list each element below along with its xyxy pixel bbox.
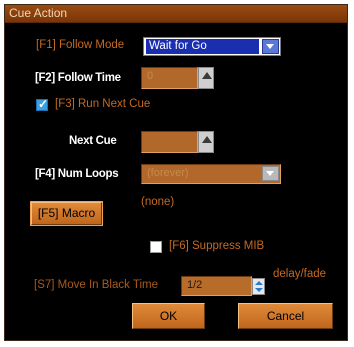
suppress-mib-label: [F6] Suppress MIB bbox=[169, 240, 265, 252]
run-next-cue-checkbox[interactable] bbox=[36, 97, 48, 111]
move-in-black-value: 1/2 bbox=[187, 279, 203, 291]
num-loops-label: [F4] Num Loops bbox=[35, 168, 119, 180]
macro-button[interactable]: [F5] Macro bbox=[30, 201, 103, 226]
move-in-black-spinner-icon[interactable] bbox=[252, 278, 265, 295]
follow-time-input[interactable]: 0 bbox=[141, 67, 198, 89]
cancel-button[interactable]: Cancel bbox=[238, 303, 333, 329]
cue-action-dialog: Cue Action [F1] Follow Mode Wait for Go … bbox=[4, 4, 348, 341]
num-loops-dropdown[interactable]: (forever) bbox=[141, 164, 281, 184]
next-cue-spin-up-icon[interactable] bbox=[198, 131, 214, 153]
move-in-black-input[interactable]: 1/2 bbox=[181, 276, 252, 296]
next-cue-label: Next Cue bbox=[69, 135, 117, 147]
follow-mode-dropdown[interactable]: Wait for Go bbox=[143, 37, 281, 56]
move-in-black-label: [S7] Move In Black Time bbox=[34, 279, 158, 291]
ok-button[interactable]: OK bbox=[132, 303, 205, 329]
window-title: Cue Action bbox=[9, 6, 68, 20]
run-next-cue-label: [F3] Run Next Cue bbox=[55, 98, 151, 110]
chevron-down-icon[interactable] bbox=[262, 39, 279, 54]
follow-mode-value: Wait for Go bbox=[146, 39, 259, 54]
title-bar[interactable]: Cue Action bbox=[5, 5, 347, 23]
follow-time-value: 0 bbox=[147, 70, 154, 82]
follow-time-label: [F2] Follow Time bbox=[35, 72, 121, 84]
delay-fade-unit: delay/fade bbox=[273, 268, 327, 280]
suppress-mib-checkbox[interactable] bbox=[150, 241, 162, 253]
macro-value: (none) bbox=[141, 196, 175, 208]
follow-time-spin-up-icon[interactable] bbox=[198, 67, 214, 89]
next-cue-input[interactable] bbox=[141, 131, 198, 153]
chevron-down-icon[interactable] bbox=[262, 166, 279, 181]
follow-mode-label: [F1] Follow Mode bbox=[36, 39, 125, 51]
num-loops-value: (forever) bbox=[147, 167, 189, 179]
